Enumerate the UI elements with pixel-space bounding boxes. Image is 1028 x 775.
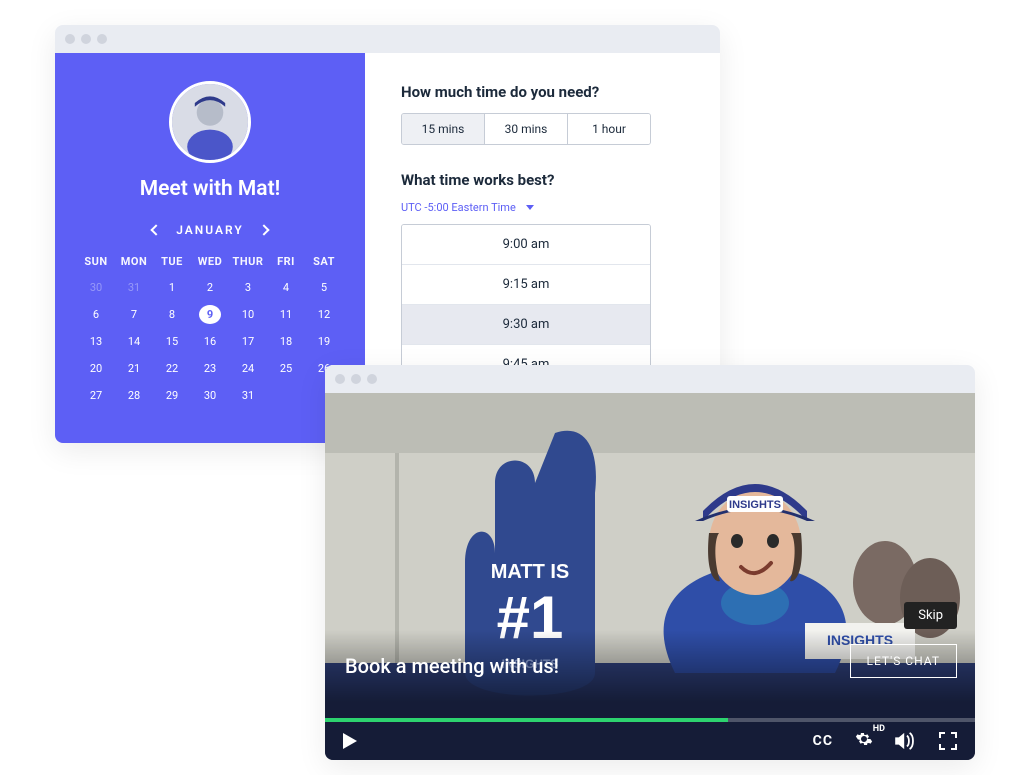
time-slot[interactable]: 9:15 am: [402, 265, 650, 305]
calendar-day[interactable]: 31: [231, 384, 265, 407]
scheduler-titlebar: [55, 25, 720, 53]
video-frame[interactable]: MATT IS #1 INSIGHTS: [325, 393, 975, 760]
calendar-day[interactable]: 24: [231, 357, 265, 380]
time-question: What time works best?: [401, 171, 684, 189]
skip-button[interactable]: Skip: [904, 602, 957, 629]
traffic-light-close[interactable]: [65, 34, 75, 44]
traffic-light-close[interactable]: [335, 374, 345, 384]
scheduler-title: Meet with Mat!: [140, 177, 281, 201]
calendar-day[interactable]: 4: [269, 276, 303, 299]
calendar-day[interactable]: 1: [155, 276, 189, 299]
calendar-day[interactable]: 6: [79, 303, 113, 326]
calendar-dow: SUN: [79, 251, 113, 272]
calendar-day[interactable]: 18: [269, 330, 303, 353]
traffic-light-min[interactable]: [351, 374, 361, 384]
fullscreen-button[interactable]: [939, 732, 957, 750]
svg-text:INSIGHTS: INSIGHTS: [729, 499, 781, 511]
play-button[interactable]: [343, 733, 357, 749]
calendar-grid: SUNMONTUEWEDTHURFRISAT303112345678910111…: [79, 251, 341, 407]
calendar-day[interactable]: 30: [79, 276, 113, 299]
traffic-light-max[interactable]: [97, 34, 107, 44]
lets-chat-button[interactable]: LET'S CHAT: [850, 644, 957, 678]
video-window: MATT IS #1 INSIGHTS: [325, 365, 975, 760]
calendar-day[interactable]: 29: [155, 384, 189, 407]
time-slot[interactable]: 9:30 am: [402, 305, 650, 345]
time-slot-list: 9:00 am9:15 am9:30 am9:45 am: [401, 224, 651, 385]
calendar-day[interactable]: 15: [155, 330, 189, 353]
svg-text:MATT IS: MATT IS: [491, 561, 570, 583]
calendar-day[interactable]: 31: [117, 276, 151, 299]
duration-group: 15 mins30 mins1 hour: [401, 113, 651, 145]
calendar-day[interactable]: 2: [193, 276, 227, 299]
prev-month-button[interactable]: [151, 224, 162, 235]
calendar-day[interactable]: 22: [155, 357, 189, 380]
calendar-day[interactable]: 30: [193, 384, 227, 407]
volume-button[interactable]: [895, 732, 917, 750]
calendar-dow: TUE: [155, 251, 189, 272]
calendar-day[interactable]: 17: [231, 330, 265, 353]
time-slot[interactable]: 9:00 am: [402, 225, 650, 265]
duration-option[interactable]: 30 mins: [485, 114, 568, 144]
duration-option[interactable]: 1 hour: [568, 114, 650, 144]
gear-icon: [855, 730, 873, 748]
calendar-day[interactable]: 12: [307, 303, 341, 326]
calendar-day[interactable]: 13: [79, 330, 113, 353]
calendar-day[interactable]: 16: [193, 330, 227, 353]
duration-question: How much time do you need?: [401, 83, 684, 101]
calendar-panel: Meet with Mat! JANUARY SUNMONTUEWEDTHURF…: [55, 53, 365, 443]
traffic-light-max[interactable]: [367, 374, 377, 384]
settings-button[interactable]: HD: [855, 730, 873, 752]
calendar-dow: WED: [193, 251, 227, 272]
calendar-day[interactable]: 27: [79, 384, 113, 407]
video-titlebar: [325, 365, 975, 393]
calendar-dow: MON: [117, 251, 151, 272]
calendar-dow: THUR: [231, 251, 265, 272]
next-month-button[interactable]: [258, 224, 269, 235]
calendar-dow: SAT: [307, 251, 341, 272]
calendar-day[interactable]: 20: [79, 357, 113, 380]
calendar-dow: FRI: [269, 251, 303, 272]
chevron-down-icon: [526, 205, 534, 210]
calendar-day[interactable]: 28: [117, 384, 151, 407]
video-caption: Book a meeting with us!: [345, 654, 559, 678]
video-overlay: Skip LET'S CHAT Book a meeting with us! …: [325, 630, 975, 760]
calendar-day[interactable]: 25: [269, 357, 303, 380]
calendar-day[interactable]: 14: [117, 330, 151, 353]
timezone-picker[interactable]: UTC -5:00 Eastern Time: [401, 201, 684, 214]
host-avatar: [169, 81, 251, 163]
duration-option[interactable]: 15 mins: [402, 114, 485, 144]
closed-captions-button[interactable]: CC: [813, 733, 833, 749]
calendar-day[interactable]: 9: [193, 303, 227, 326]
calendar-day[interactable]: 7: [117, 303, 151, 326]
calendar-day[interactable]: 3: [231, 276, 265, 299]
hd-badge: HD: [873, 724, 885, 734]
calendar-day[interactable]: 5: [307, 276, 341, 299]
calendar-day[interactable]: 10: [231, 303, 265, 326]
calendar-day[interactable]: 8: [155, 303, 189, 326]
traffic-light-min[interactable]: [81, 34, 91, 44]
calendar-day[interactable]: 11: [269, 303, 303, 326]
calendar-day[interactable]: 19: [307, 330, 341, 353]
video-controls: CC HD: [325, 722, 975, 760]
calendar-day[interactable]: 23: [193, 357, 227, 380]
calendar-day[interactable]: 21: [117, 357, 151, 380]
timezone-label: UTC -5:00 Eastern Time: [401, 201, 516, 214]
month-label: JANUARY: [176, 223, 244, 237]
